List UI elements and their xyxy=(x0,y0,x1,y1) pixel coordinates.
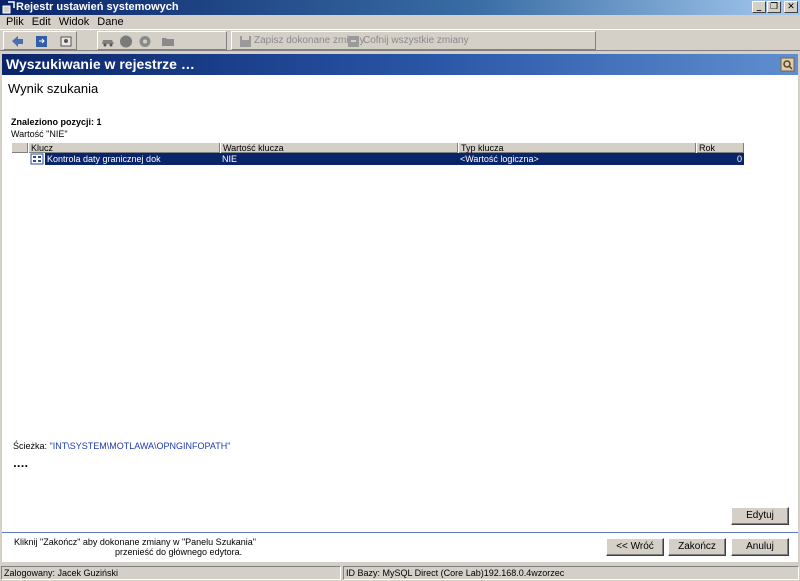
window-controls: _ ❐ ✕ xyxy=(752,1,798,13)
hint-line-1: Kliknij "Zakończ" aby dokonane zmiany w … xyxy=(14,537,256,547)
column-header-klucz[interactable]: Klucz xyxy=(28,143,220,153)
menu-bar: Plik Edit Widok Dane xyxy=(0,15,800,29)
footer-separator xyxy=(2,532,798,533)
search-value-label: Wartość "NIE" xyxy=(11,129,68,139)
back-arrow-icon[interactable] xyxy=(9,34,25,49)
hint-line-2: przenieść do głównego edytora. xyxy=(115,547,243,557)
toolbar-group-actions xyxy=(97,31,227,50)
column-header-rok[interactable]: Rok xyxy=(696,143,744,153)
minimize-button[interactable]: _ xyxy=(752,1,766,13)
restore-button[interactable]: ❐ xyxy=(767,1,781,13)
toolbar-group-save: Zapisz dokonane zmiany Cofnij wszystkie … xyxy=(231,31,596,50)
table-row[interactable]: Kontrola daty granicznej dok NIE <Wartoś… xyxy=(11,153,744,165)
window-title: Rejestr ustawień systemowych xyxy=(16,1,179,13)
footer-hint: Kliknij "Zakończ" aby dokonane zmiany w … xyxy=(14,537,256,557)
results-title: Wynik szukania xyxy=(8,81,99,96)
edit-button[interactable]: Edytuj xyxy=(731,507,789,525)
grid-header-indicator xyxy=(11,143,28,153)
cell-type: <Wartość logiczna> xyxy=(460,154,539,164)
refresh-icon[interactable] xyxy=(34,34,50,49)
toolbar-group-nav xyxy=(3,31,77,50)
folder-icon[interactable] xyxy=(160,34,176,49)
undo-icon[interactable] xyxy=(346,34,362,49)
app-icon xyxy=(2,1,15,14)
save-icon[interactable] xyxy=(238,34,254,49)
title-bar: Rejestr ustawień systemowych _ ❐ ✕ xyxy=(0,0,800,15)
circle-icon[interactable] xyxy=(118,34,134,49)
close-button[interactable]: ✕ xyxy=(784,1,798,13)
cell-year: 0 xyxy=(737,154,743,164)
cancel-button[interactable]: Anuluj xyxy=(731,538,789,556)
path-details: .... xyxy=(13,459,29,470)
toolbar: Zapisz dokonane zmiany Cofnij wszystkie … xyxy=(0,29,800,51)
back-button[interactable]: << Wróć xyxy=(606,538,664,556)
column-header-wartosc[interactable]: Wartość klucza xyxy=(220,143,458,153)
path-line: Ścieżka: "INT\SYSTEM\MOTLAWA\OPNGINFOPAT… xyxy=(13,441,230,451)
path-value: "INT\SYSTEM\MOTLAWA\OPNGINFOPATH" xyxy=(49,441,231,451)
row-indicator xyxy=(11,153,28,165)
results-grid: Klucz Wartość klucza Typ klucza Rok Kont… xyxy=(11,142,744,165)
cell-value: NIE xyxy=(222,154,238,164)
selected-row-highlight: Kontrola daty granicznej dok NIE <Wartoś… xyxy=(45,153,744,165)
menu-widok[interactable]: Widok xyxy=(55,15,94,29)
section-header: Wyszukiwanie w rejestrze … xyxy=(2,54,798,75)
menu-plik[interactable]: Plik xyxy=(2,15,28,29)
status-user: Zalogowany: Jacek Guziński xyxy=(1,566,341,580)
search-registry-icon xyxy=(780,57,795,72)
menu-edit[interactable]: Edit xyxy=(28,15,55,29)
tools-icon[interactable] xyxy=(58,34,74,49)
status-db: ID Bazy: MySQL Direct (Core Lab)192.168.… xyxy=(343,566,799,580)
header-title: Wyszukiwanie w rejestrze … xyxy=(6,56,195,72)
undo-changes-button[interactable]: Cofnij wszystkie zmiany xyxy=(363,35,469,46)
menu-dane[interactable]: Dane xyxy=(93,15,127,29)
grid-header: Klucz Wartość klucza Typ klucza Rok xyxy=(11,142,744,153)
status-bar: Zalogowany: Jacek Guziński ID Bazy: MySQ… xyxy=(0,565,800,581)
column-header-typ[interactable]: Typ klucza xyxy=(458,143,696,153)
path-label: Ścieżka: xyxy=(13,441,50,451)
main-panel: Wynik szukania Znaleziono pozycji: 1 War… xyxy=(2,75,798,562)
finish-button[interactable]: Zakończ xyxy=(668,538,726,556)
found-count: Znaleziono pozycji: 1 xyxy=(11,117,102,127)
gear-icon[interactable] xyxy=(137,34,153,49)
registry-key-icon xyxy=(30,153,44,165)
cell-key: Kontrola daty granicznej dok xyxy=(47,154,161,164)
car-icon[interactable] xyxy=(100,34,116,49)
